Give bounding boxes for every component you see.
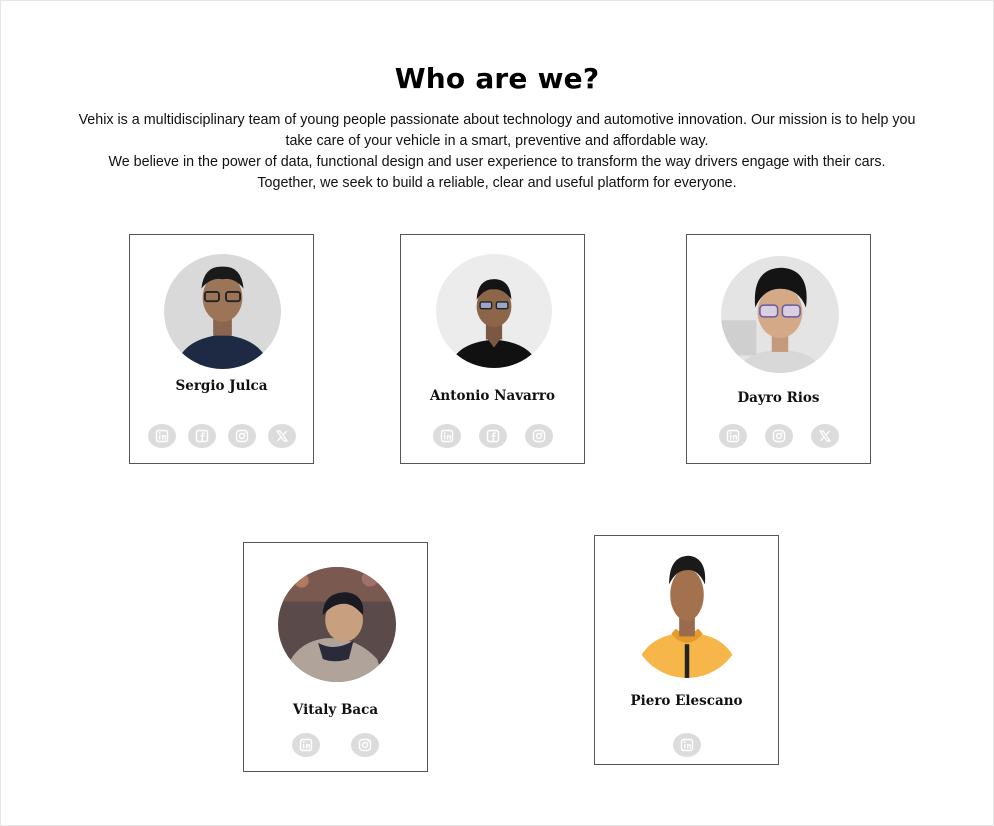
team-card: Dayro Rios bbox=[686, 234, 871, 464]
instagram-icon[interactable] bbox=[351, 733, 379, 757]
instagram-icon[interactable] bbox=[524, 424, 553, 448]
intro-text: Vehix is a multidisciplinary team of you… bbox=[70, 110, 924, 194]
linkedin-icon[interactable] bbox=[718, 424, 747, 448]
linkedin-icon[interactable] bbox=[292, 733, 320, 757]
social-links bbox=[687, 424, 870, 448]
linkedin-icon[interactable] bbox=[672, 733, 701, 757]
intro-line: take care of your vehicle in a smart, pr… bbox=[285, 133, 709, 149]
member-name: Antonio Navarro bbox=[429, 388, 556, 404]
team-card: Sergio Julca bbox=[129, 234, 314, 464]
social-links bbox=[244, 733, 427, 757]
social-links bbox=[401, 424, 584, 448]
member-photo bbox=[631, 548, 743, 678]
member-name: Dayro Rios bbox=[737, 390, 820, 406]
member-name: Vitaly Baca bbox=[292, 702, 379, 718]
instagram-icon[interactable] bbox=[764, 424, 793, 448]
x-icon[interactable] bbox=[267, 424, 296, 448]
instagram-icon[interactable] bbox=[227, 424, 256, 448]
intro-line: Together, we seek to build a reliable, c… bbox=[257, 175, 737, 191]
intro-line: Vehix is a multidisciplinary team of you… bbox=[78, 112, 916, 128]
member-name: Piero Elescano bbox=[630, 693, 743, 709]
facebook-icon[interactable] bbox=[478, 424, 507, 448]
member-photo bbox=[278, 567, 396, 682]
facebook-icon[interactable] bbox=[187, 424, 216, 448]
team-card: Vitaly Baca bbox=[243, 542, 428, 772]
section-title: Who are we? bbox=[394, 62, 600, 95]
team-card: Piero Elescano bbox=[594, 535, 779, 765]
member-photo bbox=[436, 254, 552, 368]
member-photo bbox=[164, 254, 281, 369]
linkedin-icon[interactable] bbox=[147, 424, 176, 448]
linkedin-icon[interactable] bbox=[432, 424, 461, 448]
team-card: Antonio Navarro bbox=[400, 234, 585, 464]
social-links bbox=[130, 424, 313, 448]
social-links bbox=[595, 733, 778, 757]
member-name: Sergio Julca bbox=[175, 378, 268, 394]
x-icon[interactable] bbox=[810, 424, 839, 448]
intro-line: We believe in the power of data, functio… bbox=[108, 154, 886, 170]
member-photo bbox=[721, 256, 839, 373]
